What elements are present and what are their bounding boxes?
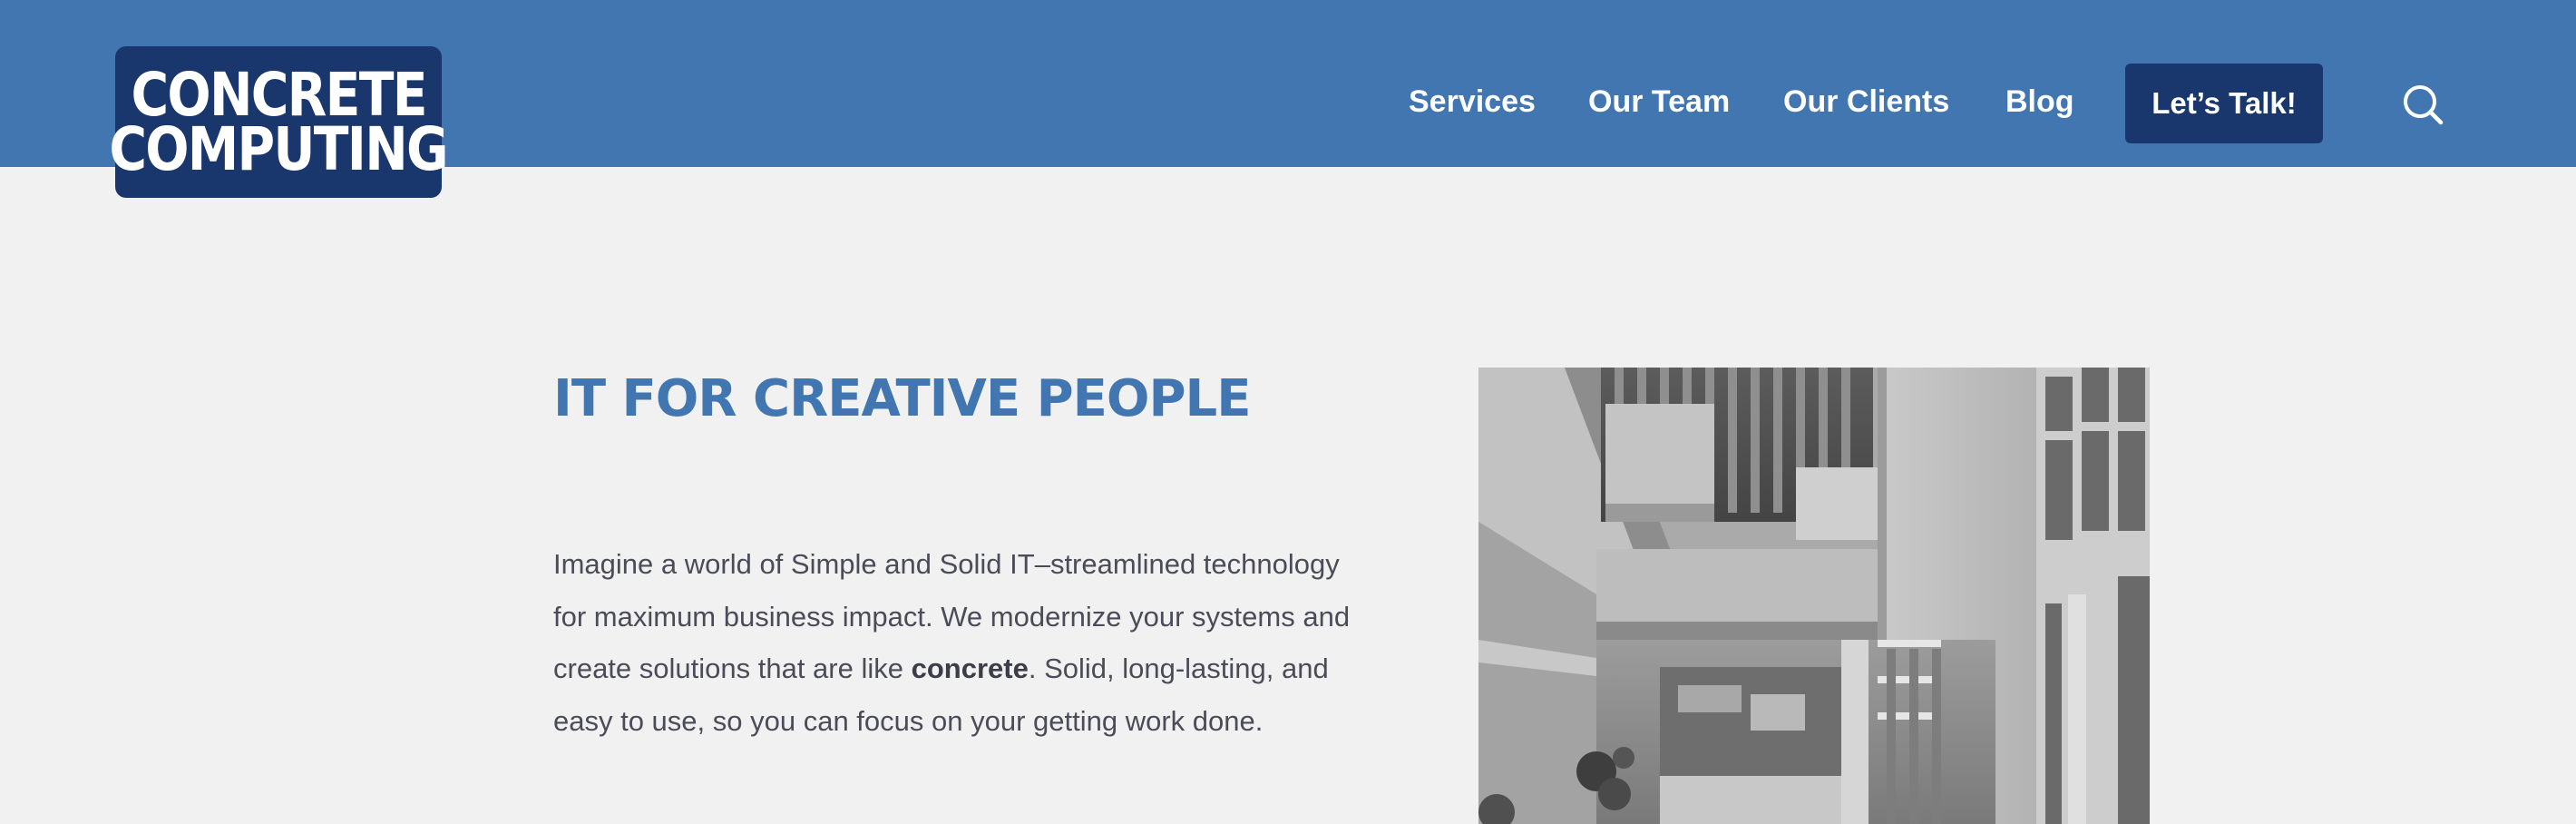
search-icon[interactable] xyxy=(2400,82,2445,127)
hero-description: Imagine a world of Simple and Solid IT–s… xyxy=(553,538,1351,748)
hero-description-emphasis: concrete xyxy=(911,652,1029,685)
nav-services[interactable]: Services xyxy=(1409,82,1536,122)
nav-our-team[interactable]: Our Team xyxy=(1588,82,1730,122)
lets-talk-button[interactable]: Let’s Talk! xyxy=(2125,64,2323,143)
hero-title: IT FOR CREATIVE PEOPLE xyxy=(553,369,1251,428)
nav-blog[interactable]: Blog xyxy=(2005,82,2074,122)
logo-line-2: COMPUTING xyxy=(109,113,449,184)
site-logo[interactable]: CONCRETE COMPUTING xyxy=(110,46,449,198)
nav-our-clients[interactable]: Our Clients xyxy=(1783,82,1949,122)
concrete-architecture-photo xyxy=(1478,368,2150,824)
